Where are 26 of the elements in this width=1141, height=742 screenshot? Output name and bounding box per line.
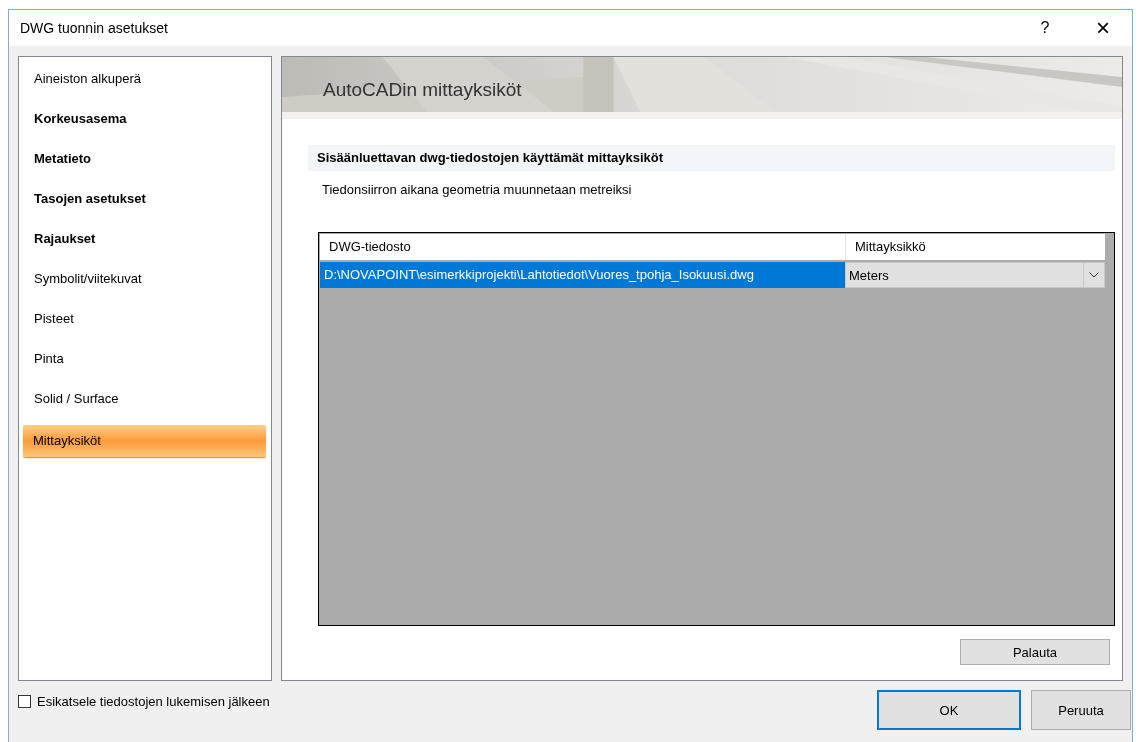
close-button[interactable]: ×: [1074, 10, 1132, 46]
sidebar-item[interactable]: Tasojen asetukset: [24, 185, 266, 225]
sidebar-item[interactable]: Metatieto: [24, 145, 266, 185]
reset-button[interactable]: Palauta: [960, 639, 1110, 665]
sidebar-item[interactable]: Rajaukset: [24, 225, 266, 265]
sidebar-item[interactable]: Mittayksiköt: [23, 425, 266, 457]
window-title: DWG tuonnin asetukset: [20, 20, 168, 36]
checkbox-label[interactable]: Esikatsele tiedostojen lukemisen jälkeen: [37, 694, 270, 709]
sidebar-item[interactable]: Pinta: [24, 345, 266, 385]
sidebar-item[interactable]: Pisteet: [24, 305, 266, 345]
section-header: Sisäänluettavan dwg-tiedostojen käyttämät mittayksiköt: [308, 145, 1115, 171]
column-header[interactable]: Mittayksikkö: [845, 234, 1105, 260]
panel-title: AutoCADin mittayksiköt: [323, 79, 522, 101]
column-header[interactable]: DWG-tiedosto: [320, 234, 845, 260]
dialog-button[interactable]: OK: [877, 690, 1021, 730]
dialog-button[interactable]: Peruuta: [1031, 690, 1131, 730]
sidebar-item[interactable]: Aineiston alkuperä: [24, 65, 266, 105]
sidebar-item[interactable]: Symbolit/viitekuvat: [24, 265, 266, 305]
checkbox[interactable]: [18, 695, 31, 708]
sidebar-item[interactable]: Solid / Surface: [24, 385, 266, 425]
table-cell[interactable]: D:\NOVAPOINT\esimerkkiprojekti\Lahtotiedot\Vuores_tpohja_Isokuusi.dwg: [320, 262, 845, 288]
unit-dropdown[interactable]: Meters: [845, 262, 1105, 288]
description-text: Tiedonsiirron aikana geometria muunnetaan metreiksi: [321, 181, 633, 199]
chevron-down-icon: [1089, 272, 1099, 278]
help-button[interactable]: ?: [1016, 10, 1074, 46]
sidebar-item[interactable]: Korkeusasema: [24, 105, 266, 145]
